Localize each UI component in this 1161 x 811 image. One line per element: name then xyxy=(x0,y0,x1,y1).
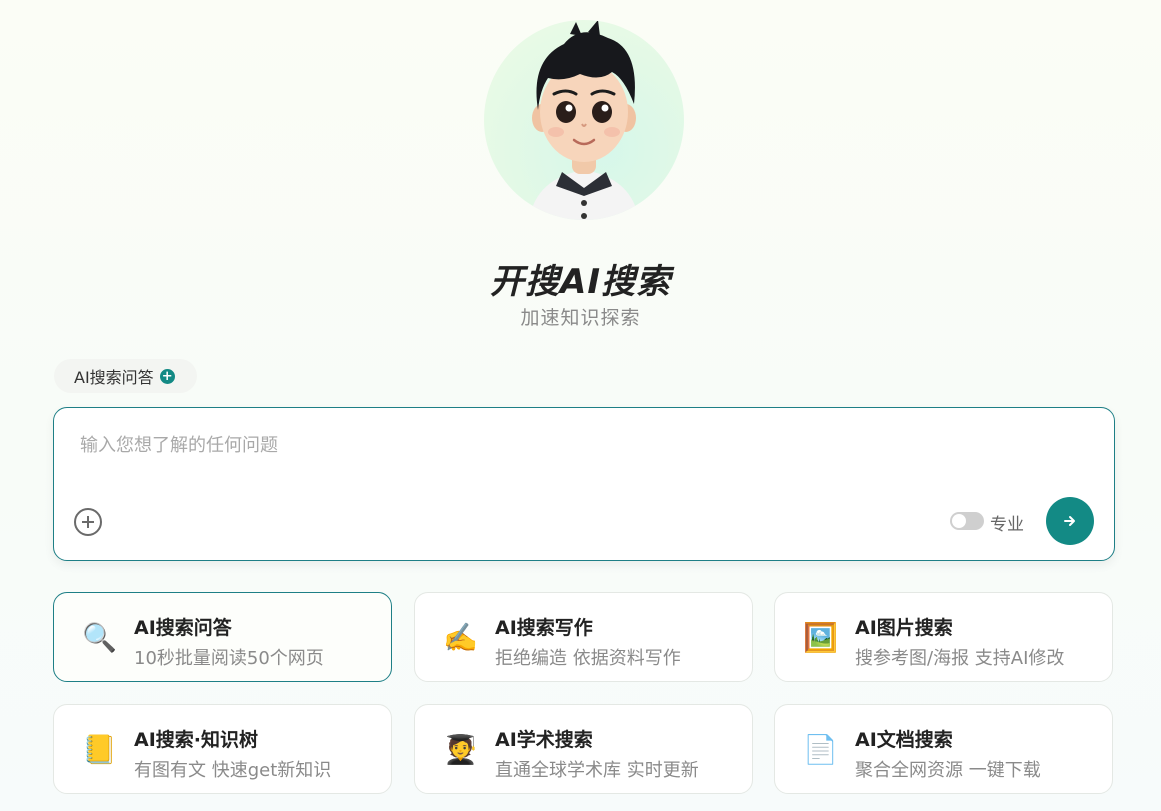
card-ai-knowledge-tree[interactable]: 📒 AI搜索·知识树 有图有文 快速get新知识 xyxy=(53,704,392,794)
card-title: AI文档搜索 xyxy=(855,729,953,751)
card-subtitle: 直通全球学术库 实时更新 xyxy=(495,760,699,781)
card-subtitle: 聚合全网资源 一键下载 xyxy=(855,760,1041,781)
avatar xyxy=(484,20,684,220)
plus-icon: + xyxy=(159,368,175,384)
toggle-knob xyxy=(952,514,966,528)
mode-tag-ai-search-qa[interactable]: AI搜索问答 + xyxy=(54,359,197,393)
framed-picture-icon: 🖼️ xyxy=(803,621,838,654)
card-title: AI学术搜索 xyxy=(495,729,593,751)
document-icon: 📄 xyxy=(803,733,838,766)
card-ai-image-search[interactable]: 🖼️ AI图片搜索 搜参考图/海报 支持AI修改 xyxy=(774,592,1113,682)
magnifier-icon: 🔍 xyxy=(82,621,117,654)
student-icon: 🧑‍🎓 xyxy=(443,733,478,766)
card-subtitle: 10秒批量阅读50个网页 xyxy=(134,648,324,669)
card-ai-document-search[interactable]: 📄 AI文档搜索 聚合全网资源 一键下载 xyxy=(774,704,1113,794)
cartoon-boy-avatar-illustration xyxy=(529,20,639,220)
card-ai-search-qa[interactable]: 🔍 AI搜索问答 10秒批量阅读50个网页 xyxy=(53,592,392,682)
card-title: AI图片搜索 xyxy=(855,617,953,639)
arrow-right-icon xyxy=(1064,516,1075,526)
notebook-icon: 📒 xyxy=(82,733,117,766)
card-ai-search-writing[interactable]: ✍️ AI搜索写作 拒绝编造 依据资料写作 xyxy=(414,592,753,682)
card-title: AI搜索问答 xyxy=(134,617,232,639)
card-ai-academic-search[interactable]: 🧑‍🎓 AI学术搜索 直通全球学术库 实时更新 xyxy=(414,704,753,794)
search-box: 专业 xyxy=(53,407,1115,561)
pro-mode-toggle[interactable] xyxy=(950,512,984,530)
feature-cards: 🔍 AI搜索问答 10秒批量阅读50个网页 ✍️ AI搜索写作 拒绝编造 依据资… xyxy=(53,592,1115,797)
card-title: AI搜索写作 xyxy=(495,617,593,639)
add-attachment-icon[interactable] xyxy=(74,508,102,536)
mode-tag-label: AI搜索问答 xyxy=(74,368,154,387)
search-input[interactable] xyxy=(78,430,1082,460)
card-subtitle: 搜参考图/海报 支持AI修改 xyxy=(855,648,1065,669)
card-title: AI搜索·知识树 xyxy=(134,729,258,751)
brand-title: 开搜AI搜索 xyxy=(490,262,671,302)
brand-subtitle: 加速知识探索 xyxy=(520,307,641,329)
card-subtitle: 有图有文 快速get新知识 xyxy=(134,760,332,781)
send-button[interactable] xyxy=(1046,497,1094,545)
writing-hand-icon: ✍️ xyxy=(443,621,478,654)
pro-mode-label: 专业 xyxy=(990,515,1024,535)
card-subtitle: 拒绝编造 依据资料写作 xyxy=(495,648,681,669)
